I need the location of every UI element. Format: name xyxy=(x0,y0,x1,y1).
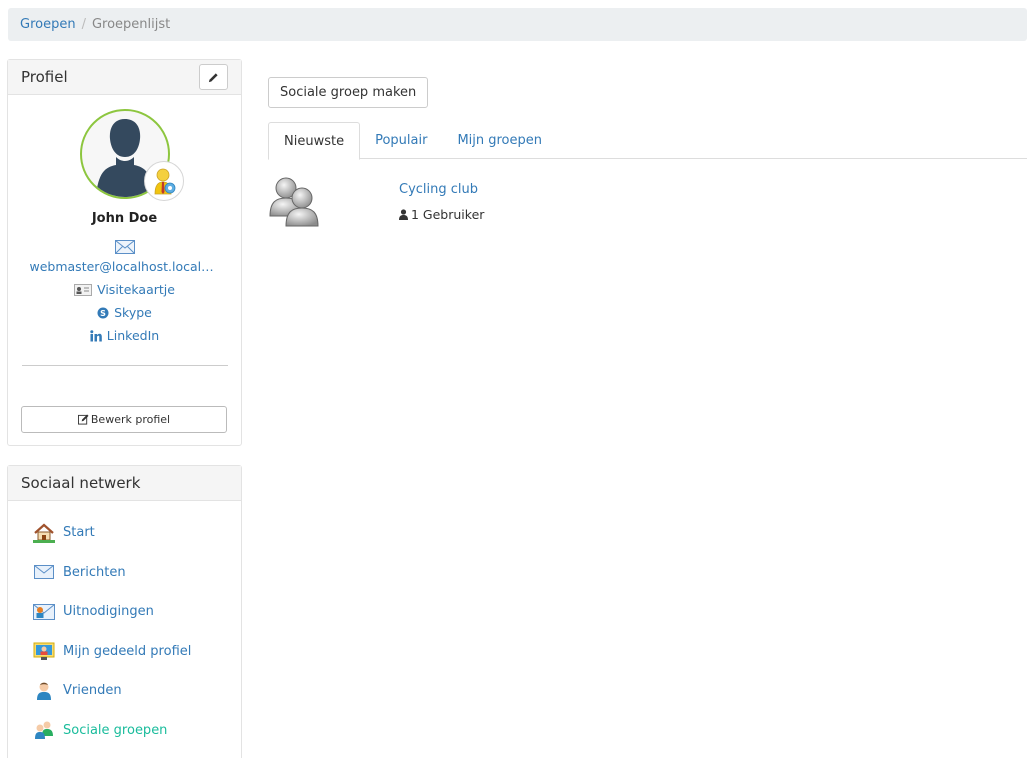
profile-divider xyxy=(21,365,228,366)
profile-panel-title: Profiel xyxy=(21,68,68,86)
avatar-wrap xyxy=(79,109,184,201)
shared-profile-icon xyxy=(33,640,55,662)
menu-label-messages[interactable]: Berichten xyxy=(63,565,126,580)
user-icon xyxy=(399,209,408,220)
group-tabs: Nieuwste Populair Mijn groepen xyxy=(268,122,1027,160)
tab-popular[interactable]: Populair xyxy=(360,122,442,159)
tab-newest[interactable]: Nieuwste xyxy=(268,122,361,160)
social-network-panel: Sociaal netwerk Start Berichten Uitnodig… xyxy=(7,465,242,758)
social-panel-header: Sociaal netwerk xyxy=(8,466,241,501)
svg-text:S: S xyxy=(100,309,106,318)
group-member-count-label: 1 Gebruiker xyxy=(411,207,485,222)
breadcrumb-current: Groepenlijst xyxy=(91,17,171,32)
breadcrumb-groups-link[interactable]: Groepen xyxy=(20,17,76,32)
main-content: Sociale groep maken Nieuwste Populair Mi… xyxy=(268,77,1027,239)
menu-label-friends[interactable]: Vrienden xyxy=(63,683,122,698)
breadcrumb-separator: / xyxy=(81,17,86,32)
social-menu: Start Berichten Uitnodigingen Mijn gedee… xyxy=(8,501,241,750)
social-panel-title: Sociaal netwerk xyxy=(21,474,141,492)
skype-link[interactable]: Skype xyxy=(114,305,152,320)
friend-icon xyxy=(33,680,55,702)
tab-my-groups[interactable]: Mijn groepen xyxy=(442,122,557,159)
profile-panel-header: Profiel xyxy=(8,60,241,95)
edit-profile-button[interactable]: Bewerk profiel xyxy=(21,406,227,433)
edit-profile-icon-button[interactable] xyxy=(199,64,228,90)
skype-icon: S xyxy=(97,307,109,318)
contact-list: webmaster@localhost.localdomain Visiteka… xyxy=(8,236,241,347)
menu-item-start[interactable]: Start xyxy=(8,513,241,553)
menu-item-shared-profile[interactable]: Mijn gedeeld profiel xyxy=(8,632,241,672)
profile-name: John Doe xyxy=(91,211,158,226)
group-list-item: Cycling club 1 Gebruiker xyxy=(268,159,1027,239)
menu-label-social-groups[interactable]: Sociale groepen xyxy=(63,723,167,738)
envelope-icon xyxy=(33,561,55,583)
home-icon xyxy=(33,522,55,544)
linkedin-link[interactable]: LinkedIn xyxy=(107,328,159,343)
menu-label-invitations[interactable]: Uitnodigingen xyxy=(63,604,154,619)
group-name-link[interactable]: Cycling club xyxy=(399,182,478,197)
pencil-icon xyxy=(208,72,218,82)
profile-panel: Profiel John Doe webmaster@localhost.loc… xyxy=(7,59,242,446)
create-social-group-button[interactable]: Sociale groep maken xyxy=(268,77,429,108)
invitation-icon xyxy=(33,601,55,623)
linkedin-icon xyxy=(90,329,102,341)
breadcrumb: Groepen / Groepenlijst xyxy=(8,8,1027,41)
vcard-icon xyxy=(74,283,93,296)
group-member-count: 1 Gebruiker xyxy=(399,207,484,222)
edit-profile-label: Bewerk profiel xyxy=(90,413,171,426)
menu-label-start[interactable]: Start xyxy=(63,525,95,540)
profile-email-link[interactable]: webmaster@localhost.localdomain xyxy=(30,258,220,276)
menu-label-shared-profile[interactable]: Mijn gedeeld profiel xyxy=(63,644,191,659)
admin-badge-icon xyxy=(143,161,184,201)
group-avatar-icon[interactable] xyxy=(268,174,324,230)
edit-icon xyxy=(77,414,89,425)
menu-item-invitations[interactable]: Uitnodigingen xyxy=(8,592,241,632)
visit-card-link[interactable]: Visitekaartje xyxy=(97,282,175,297)
menu-item-messages[interactable]: Berichten xyxy=(8,553,241,593)
menu-item-social-groups[interactable]: Sociale groepen xyxy=(8,711,241,751)
menu-item-friends[interactable]: Vrienden xyxy=(8,671,241,711)
groups-icon xyxy=(33,719,55,741)
envelope-icon xyxy=(114,240,135,254)
